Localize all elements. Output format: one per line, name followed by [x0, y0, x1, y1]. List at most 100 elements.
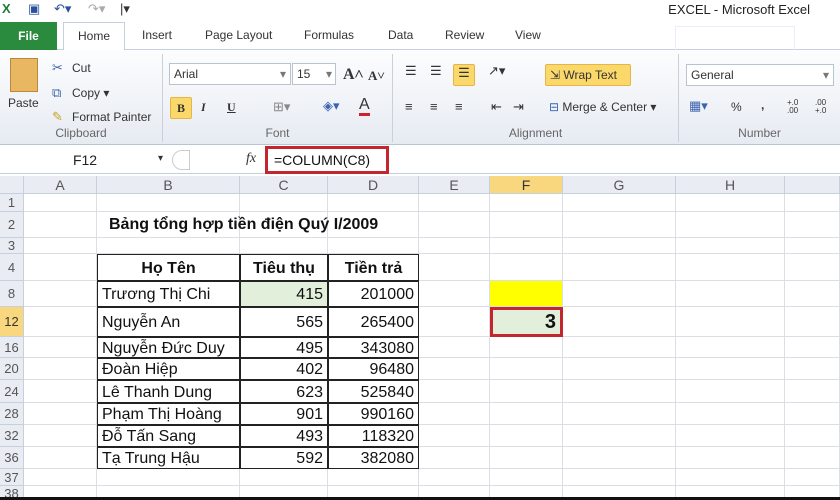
- cell[interactable]: [328, 194, 419, 212]
- cell[interactable]: [563, 281, 676, 307]
- row-header-1[interactable]: 1: [0, 194, 24, 212]
- cell[interactable]: [240, 469, 328, 486]
- name-cell[interactable]: Trương Thị Chi: [97, 281, 240, 307]
- name-box[interactable]: F12: [0, 149, 170, 171]
- payment-cell[interactable]: 96480: [328, 358, 419, 380]
- cell[interactable]: [785, 358, 840, 380]
- accounting-format-icon[interactable]: ▦▾: [689, 98, 708, 114]
- cell[interactable]: [328, 238, 419, 254]
- increase-decimal-button[interactable]: +.0 .00: [787, 99, 807, 115]
- cell[interactable]: [785, 238, 840, 254]
- row-header-28[interactable]: 28: [0, 403, 24, 425]
- cell[interactable]: [785, 447, 840, 469]
- cell[interactable]: [785, 307, 840, 337]
- tab-insert[interactable]: Insert: [142, 28, 172, 42]
- cell[interactable]: [419, 447, 490, 469]
- row-header-36[interactable]: 36: [0, 447, 24, 469]
- row-header-24[interactable]: 24: [0, 380, 24, 403]
- cell[interactable]: [24, 447, 97, 469]
- cell[interactable]: [676, 469, 785, 486]
- column-header-f[interactable]: F: [490, 176, 563, 194]
- cell[interactable]: [419, 425, 490, 447]
- tab-data[interactable]: Data: [388, 28, 413, 42]
- cell[interactable]: [97, 486, 240, 497]
- cell[interactable]: [563, 380, 676, 403]
- cell[interactable]: [490, 358, 563, 380]
- cell[interactable]: [490, 212, 563, 238]
- cell[interactable]: [490, 403, 563, 425]
- copy-button[interactable]: Copy ▾: [72, 86, 109, 100]
- cell[interactable]: [676, 194, 785, 212]
- cell[interactable]: [490, 380, 563, 403]
- percent-button[interactable]: %: [731, 100, 742, 114]
- column-header-a[interactable]: A: [24, 176, 97, 194]
- cell[interactable]: [676, 254, 785, 281]
- cell[interactable]: [24, 380, 97, 403]
- cell[interactable]: [676, 212, 785, 238]
- consumption-cell[interactable]: 623: [240, 380, 328, 403]
- cell[interactable]: [785, 337, 840, 358]
- font-name-select[interactable]: Arial ▾: [169, 63, 291, 85]
- cell[interactable]: [676, 281, 785, 307]
- borders-icon[interactable]: ⊞▾: [273, 99, 290, 115]
- cell[interactable]: [676, 447, 785, 469]
- row-header-4[interactable]: 4: [0, 254, 24, 281]
- cell[interactable]: [419, 307, 490, 337]
- cell[interactable]: [490, 254, 563, 281]
- cell[interactable]: [419, 212, 490, 238]
- name-cell[interactable]: Lê Thanh Dung: [97, 380, 240, 403]
- orientation-icon[interactable]: ↗▾: [488, 63, 505, 79]
- comma-button[interactable]: ,: [761, 98, 764, 112]
- cell[interactable]: [563, 425, 676, 447]
- name-cell[interactable]: Tạ Trung Hậu: [97, 447, 240, 469]
- font-size-select[interactable]: 15 ▾: [292, 63, 336, 85]
- format-painter-button[interactable]: Format Painter: [72, 110, 151, 124]
- row-header-8[interactable]: 8: [0, 281, 24, 307]
- save-icon[interactable]: ▣: [28, 1, 40, 17]
- cell[interactable]: [419, 238, 490, 254]
- bold-button[interactable]: B: [170, 97, 192, 119]
- cell[interactable]: [563, 194, 676, 212]
- undo-icon[interactable]: ↶▾: [54, 1, 71, 17]
- column-header-c[interactable]: C: [240, 176, 328, 194]
- payment-cell[interactable]: 201000: [328, 281, 419, 307]
- cell[interactable]: [676, 403, 785, 425]
- cell[interactable]: [676, 425, 785, 447]
- row-header-2[interactable]: 2: [0, 212, 24, 238]
- row-header-20[interactable]: 20: [0, 358, 24, 380]
- decrease-decimal-button[interactable]: .00 +.0: [815, 99, 835, 115]
- cell[interactable]: [490, 238, 563, 254]
- cell[interactable]: [490, 447, 563, 469]
- cell[interactable]: [676, 238, 785, 254]
- cell[interactable]: [785, 425, 840, 447]
- cell[interactable]: [24, 212, 97, 238]
- cell[interactable]: [563, 238, 676, 254]
- tab-review[interactable]: Review: [445, 28, 484, 42]
- cell[interactable]: [563, 486, 676, 497]
- cell[interactable]: [419, 403, 490, 425]
- cell-f8[interactable]: [490, 281, 563, 307]
- cell[interactable]: [24, 238, 97, 254]
- cell[interactable]: [24, 337, 97, 358]
- row-header-12[interactable]: 12: [0, 307, 24, 337]
- cell[interactable]: [785, 486, 840, 497]
- align-middle-icon[interactable]: ☰: [430, 63, 442, 79]
- cell[interactable]: [676, 337, 785, 358]
- cell[interactable]: [328, 469, 419, 486]
- underline-button[interactable]: U: [227, 100, 236, 115]
- align-center-icon[interactable]: ≡: [430, 99, 438, 114]
- cell[interactable]: [785, 403, 840, 425]
- cell[interactable]: [563, 469, 676, 486]
- number-format-select[interactable]: General ▾: [686, 64, 834, 86]
- cell[interactable]: [676, 486, 785, 497]
- cell[interactable]: [24, 486, 97, 497]
- payment-cell[interactable]: 525840: [328, 380, 419, 403]
- cell[interactable]: [97, 469, 240, 486]
- cell[interactable]: [785, 469, 840, 486]
- cell[interactable]: [676, 307, 785, 337]
- cell[interactable]: [24, 425, 97, 447]
- cut-button[interactable]: Cut: [72, 61, 91, 75]
- cell[interactable]: [490, 486, 563, 497]
- cell[interactable]: [563, 358, 676, 380]
- cell[interactable]: [785, 212, 840, 238]
